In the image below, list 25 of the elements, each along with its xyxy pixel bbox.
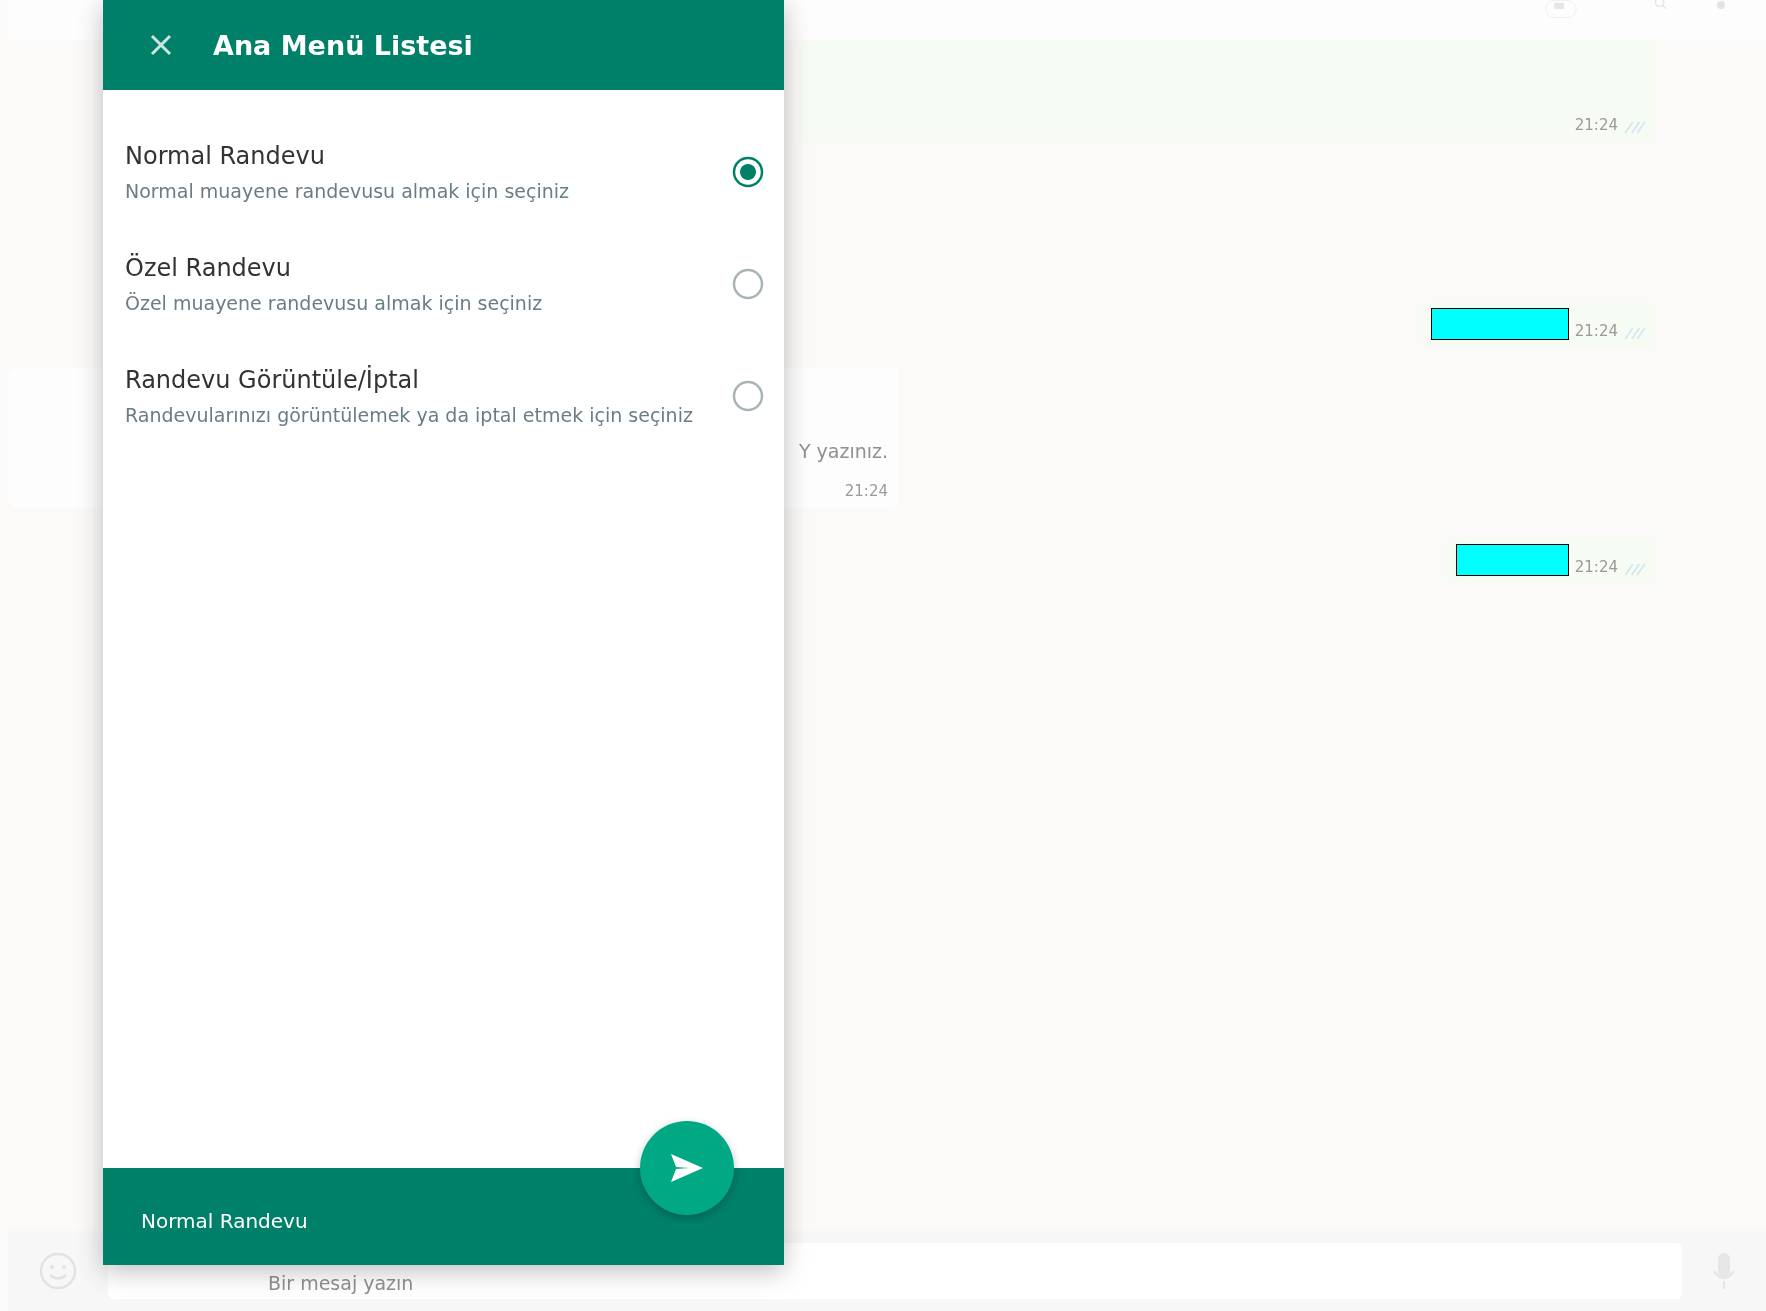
option-title: Randevu Görüntüle/İptal	[125, 366, 420, 394]
message-time: 21:24	[844, 482, 888, 500]
menu-option[interactable]: Normal Randevu Normal muayene randevusu almak için seçiniz	[103, 130, 784, 214]
radio-button[interactable]	[732, 156, 764, 188]
double-check-icon	[1624, 121, 1646, 134]
option-description: Özel muayene randevusu almak için seçiniz	[125, 292, 544, 314]
option-description: Normal muayene randevusu almak için seçiniz	[125, 180, 570, 202]
option-title: Özel Randevu	[125, 254, 293, 282]
radio-button[interactable]	[732, 380, 764, 412]
double-check-icon	[1624, 563, 1646, 576]
option-description: Randevularınızı görüntülemek ya da iptal etmek için seçiniz	[125, 404, 694, 426]
selected-option-label: Normal Randevu	[141, 1208, 308, 1233]
double-check-icon	[1624, 327, 1646, 340]
close-icon[interactable]	[149, 33, 173, 57]
message-time: 21:24	[1574, 558, 1618, 576]
menu-option[interactable]: Randevu Görüntüle/İptal Randevularınızı görüntülemek ya da iptal etmek için seçiniz	[103, 354, 784, 438]
message-text: Y yazınız.	[798, 440, 888, 462]
menu-option[interactable]: Özel Randevu Özel muayene randevusu almak için seçiniz	[103, 242, 784, 326]
send-button[interactable]	[640, 1121, 734, 1215]
radio-button[interactable]	[732, 268, 764, 300]
menu-icon[interactable]	[1716, 0, 1726, 10]
message-time: 21:24	[1574, 322, 1618, 340]
option-title: Normal Randevu	[125, 142, 326, 170]
dialog-title: Ana Menü Listesi	[213, 29, 473, 61]
message-time: 21:24	[1574, 116, 1618, 134]
